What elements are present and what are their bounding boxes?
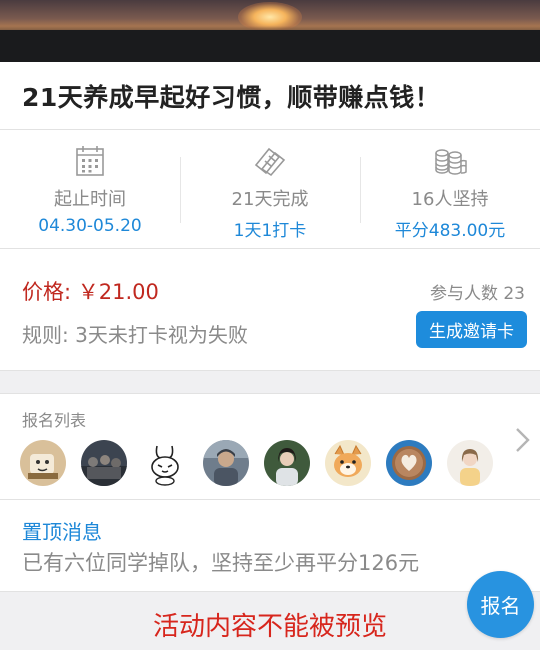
stats-row: 起止时间 04.30-05.20 21天完成 1天1打卡 16人坚持 平分483…	[0, 131, 540, 249]
stat-label: 21天完成	[231, 189, 309, 210]
signup-button[interactable]: 报名	[467, 571, 534, 638]
price-section	[0, 250, 540, 370]
generate-invite-card-button[interactable]: 生成邀请卡	[416, 311, 527, 348]
tickets-icon	[254, 147, 286, 177]
stat-value: 平分483.00元	[394, 221, 506, 241]
divider	[0, 499, 540, 500]
preview-notice: 活动内容不能被预览	[152, 612, 387, 642]
stat-value: 1天1打卡	[233, 221, 307, 241]
horizon	[0, 30, 540, 62]
avatar-rabbit-sketch[interactable]	[142, 440, 188, 486]
section-divider	[0, 370, 540, 394]
coins-icon	[435, 149, 467, 175]
stat-value: 04.30-05.20	[38, 216, 142, 236]
stat-completion: 21天完成 1天1打卡	[180, 131, 360, 249]
chevron-right-icon[interactable]	[512, 426, 534, 454]
stat-reward: 16人坚持 平分483.00元	[360, 131, 540, 249]
stat-duration: 起止时间 04.30-05.20	[0, 131, 180, 249]
enroll-list-title: 报名列表	[22, 411, 87, 430]
avatar-cartoon-bread[interactable]	[20, 440, 66, 486]
rule-text: 规则: 3天未打卡视为失败	[22, 323, 248, 347]
avatar-girl-portrait[interactable]	[264, 440, 310, 486]
avatar-shiba-dog[interactable]	[325, 440, 371, 486]
avatar-person-outdoor[interactable]	[203, 440, 249, 486]
avatar-latte-art[interactable]	[386, 440, 432, 486]
avatar-group-photo[interactable]	[81, 440, 127, 486]
avatar-girl-light[interactable]	[447, 440, 493, 486]
stat-label: 起止时间	[54, 189, 126, 210]
pinned-message-text: 已有六位同学掉队，坚持至少再平分126元	[22, 551, 420, 575]
banner-image	[0, 0, 540, 62]
stat-label: 16人坚持	[411, 189, 489, 210]
participant-count: 参与人数 23	[429, 284, 525, 304]
page-title: 21天养成早起好习惯，顺带赚点钱！	[22, 82, 441, 112]
calendar-icon	[76, 146, 104, 176]
title-row: 21天养成早起好习惯，顺带赚点钱！	[0, 62, 540, 130]
price-label: 价格: ￥21.00	[22, 280, 159, 304]
pinned-message-title[interactable]: 置顶消息	[22, 516, 102, 545]
